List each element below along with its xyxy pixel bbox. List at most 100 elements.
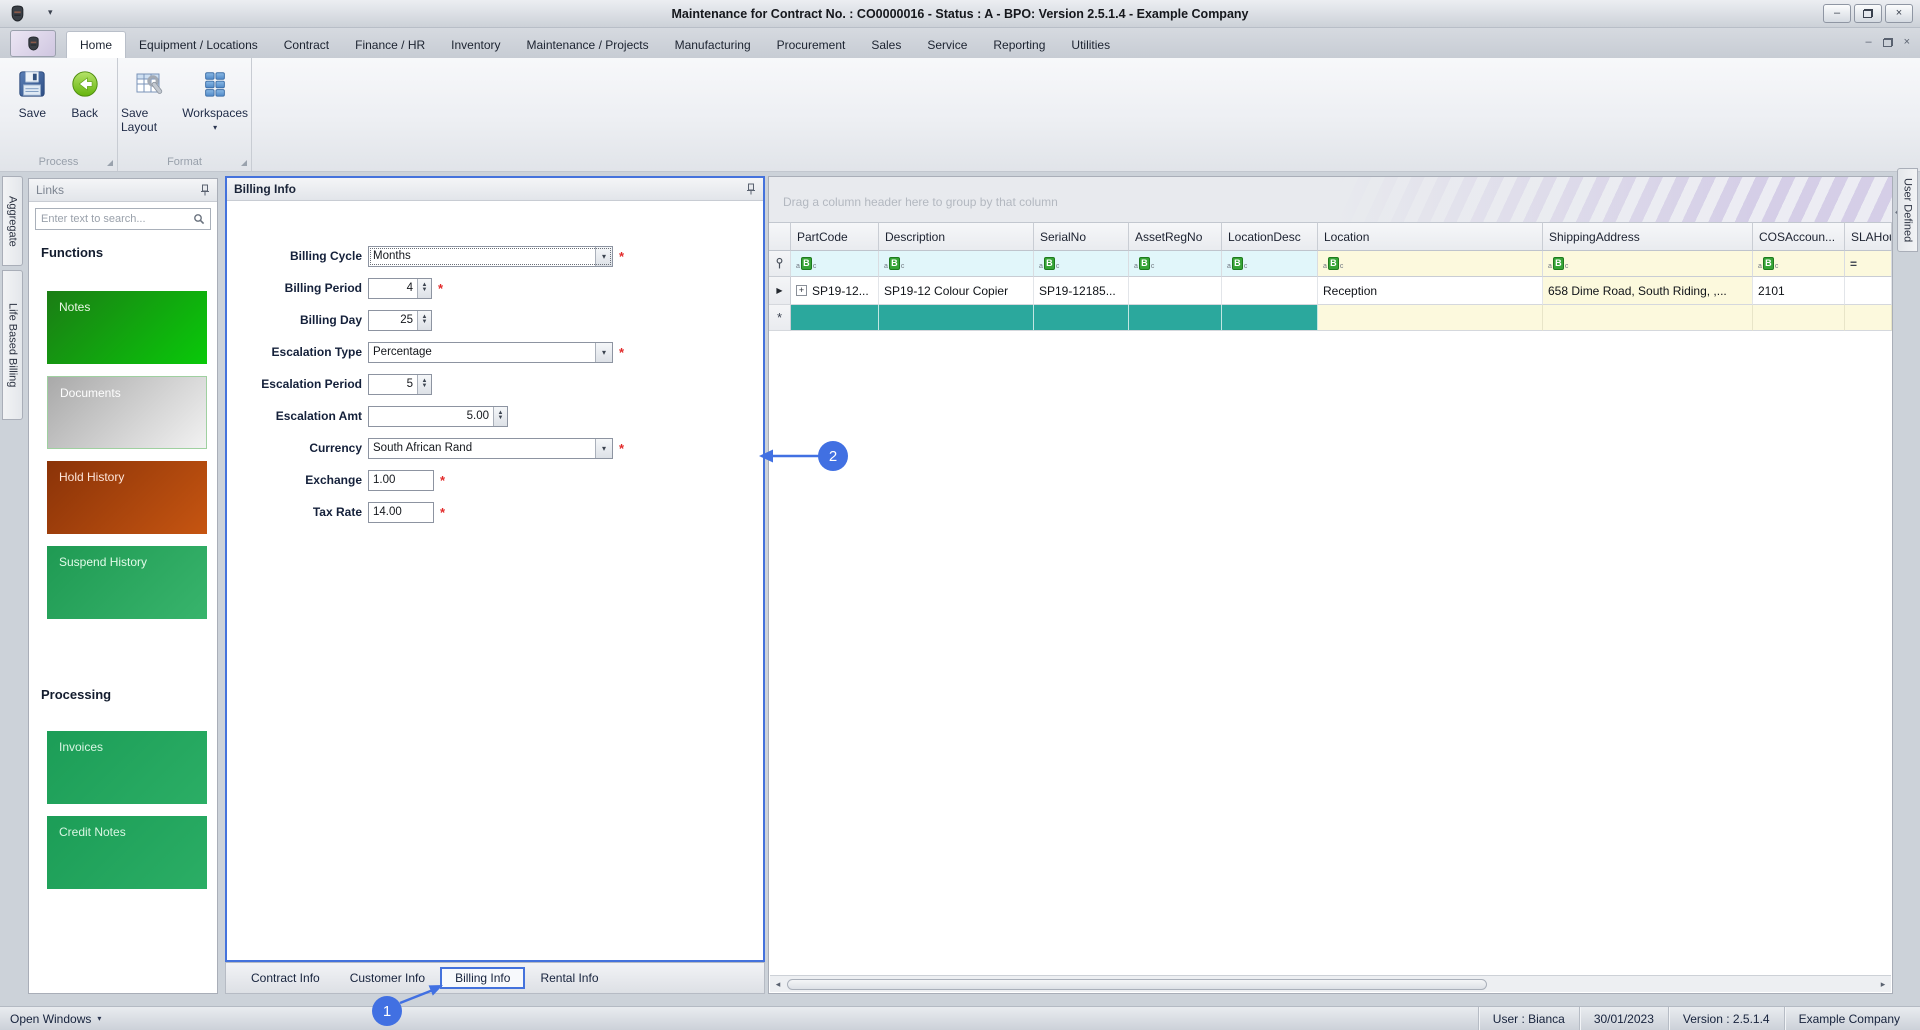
column-header-slahours[interactable]: SLAHou... — [1845, 222, 1892, 251]
save-button[interactable]: Save — [12, 65, 52, 122]
side-tab-aggregate[interactable]: Aggregate — [2, 176, 23, 266]
mdi-close-button[interactable]: × — [1904, 36, 1910, 48]
save-layout-button[interactable]: Save Layout — [118, 65, 179, 136]
dropdown-button[interactable]: ▾ — [595, 342, 612, 362]
cell-cosaccount[interactable]: 2101 — [1753, 277, 1845, 305]
search-input[interactable] — [41, 213, 193, 225]
escalation-amt-spinner[interactable]: 5.00 ▲ ▼ — [368, 405, 508, 427]
scroll-right-icon[interactable]: ▸ — [1875, 979, 1891, 990]
process-dialog-launcher-icon[interactable] — [107, 160, 113, 166]
cell-assetregno[interactable] — [1129, 277, 1222, 305]
billing-cycle-dropdown[interactable]: Months ▾ — [368, 245, 613, 267]
mdi-minimize-button[interactable]: – — [1865, 36, 1871, 48]
filter-cell-locationdesc[interactable]: aBc — [1222, 251, 1318, 277]
side-tab-user-defined[interactable]: User Defined — [1897, 168, 1918, 252]
expand-row-icon[interactable]: + — [796, 285, 807, 296]
open-windows-button[interactable]: Open Windows ▾ — [10, 1012, 101, 1026]
filter-cell-cosaccount[interactable]: aBc — [1753, 251, 1845, 277]
ribbon-tab-manufacturing[interactable]: Manufacturing — [662, 31, 764, 58]
exchange-field[interactable]: 1.00 — [368, 469, 434, 491]
pin-icon[interactable] — [200, 184, 210, 196]
filter-cell-serialno[interactable]: aBc — [1034, 251, 1129, 277]
scroll-left-icon[interactable]: ◂ — [770, 979, 786, 990]
column-header-serialno[interactable]: SerialNo — [1034, 222, 1129, 251]
documents-button[interactable]: Documents — [47, 376, 207, 449]
spinner-buttons[interactable]: ▲ ▼ — [493, 406, 507, 426]
invoices-button[interactable]: Invoices — [47, 731, 207, 804]
column-header-cosaccount[interactable]: COSAccoun... — [1753, 222, 1845, 251]
side-tab-life-based-billing[interactable]: Life Based Billing — [2, 270, 23, 420]
suspend-history-button[interactable]: Suspend History — [47, 546, 207, 619]
group-by-bar[interactable]: Drag a column header here to group by th… — [769, 177, 1892, 222]
ribbon-tab-home[interactable]: Home — [66, 31, 127, 58]
cell-shippingaddress[interactable]: 658 Dime Road, South Riding, ,... — [1543, 277, 1753, 305]
ribbon-tab-equipment-locations[interactable]: Equipment / Locations — [126, 31, 271, 58]
filter-cell-description[interactable]: aBc — [879, 251, 1034, 277]
ribbon-tab-reporting[interactable]: Reporting — [980, 31, 1058, 58]
ribbon-tab-inventory[interactable]: Inventory — [438, 31, 513, 58]
filter-cell-location[interactable]: aBc — [1318, 251, 1543, 277]
tax-rate-field[interactable]: 14.00 — [368, 501, 434, 523]
ribbon-tab-service[interactable]: Service — [914, 31, 980, 58]
filter-cell-slahours[interactable]: = — [1845, 251, 1892, 277]
new-cell-slahours[interactable] — [1845, 305, 1892, 331]
column-header-locationdesc[interactable]: LocationDesc — [1222, 222, 1318, 251]
escalation-type-dropdown[interactable]: Percentage ▾ — [368, 341, 613, 363]
spinner-buttons[interactable]: ▲ ▼ — [417, 374, 431, 394]
close-button[interactable]: × — [1885, 4, 1913, 23]
new-row[interactable]: * — [769, 305, 1892, 331]
workspaces-button[interactable]: Workspaces ▾ — [179, 65, 251, 136]
ribbon-tab-sales[interactable]: Sales — [858, 31, 914, 58]
cell-locationdesc[interactable] — [1222, 277, 1318, 305]
new-cell-assetregno[interactable] — [1129, 305, 1222, 331]
tab-contract-info[interactable]: Contract Info — [236, 967, 335, 989]
pin-icon[interactable] — [746, 183, 756, 195]
escalation-period-spinner[interactable]: 5 ▲ ▼ — [368, 373, 432, 395]
horizontal-scrollbar[interactable]: ◂ ▸ — [770, 975, 1891, 992]
application-menu-button[interactable] — [10, 30, 56, 57]
ribbon-tab-contract[interactable]: Contract — [271, 31, 342, 58]
currency-dropdown[interactable]: South African Rand ▾ — [368, 437, 613, 459]
ribbon-tab-utilities[interactable]: Utilities — [1058, 31, 1123, 58]
table-row[interactable]: ▶ + SP19-12... SP19-12 Colour Copier SP19… — [769, 277, 1892, 305]
spinner-buttons[interactable]: ▲ ▼ — [417, 278, 431, 298]
notes-button[interactable]: Notes — [47, 291, 207, 364]
new-cell-cosaccount[interactable] — [1753, 305, 1845, 331]
scrollbar-thumb[interactable] — [787, 978, 1487, 990]
dropdown-button[interactable]: ▾ — [595, 246, 612, 266]
new-cell-serialno[interactable] — [1034, 305, 1129, 331]
mdi-restore-button[interactable] — [1882, 37, 1893, 47]
filter-cell-assetregno[interactable]: aBc — [1129, 251, 1222, 277]
back-button[interactable]: Back — [65, 65, 105, 122]
ribbon-tab-maintenance-projects[interactable]: Maintenance / Projects — [514, 31, 662, 58]
ribbon-tab-procurement[interactable]: Procurement — [764, 31, 859, 58]
format-dialog-launcher-icon[interactable] — [241, 160, 247, 166]
new-cell-location[interactable] — [1318, 305, 1543, 331]
cell-description[interactable]: SP19-12 Colour Copier — [879, 277, 1034, 305]
cell-location[interactable]: Reception — [1318, 277, 1543, 305]
tab-billing-info[interactable]: Billing Info — [440, 967, 526, 989]
column-header-location[interactable]: Location — [1318, 222, 1543, 251]
tab-customer-info[interactable]: Customer Info — [335, 967, 440, 989]
column-header-shippingaddress[interactable]: ShippingAddress — [1543, 222, 1753, 251]
dropdown-button[interactable]: ▾ — [595, 438, 612, 458]
credit-notes-button[interactable]: Credit Notes — [47, 816, 207, 889]
billing-day-spinner[interactable]: 25 ▲ ▼ — [368, 309, 432, 331]
cell-partcode[interactable]: + SP19-12... — [791, 277, 879, 305]
billing-period-spinner[interactable]: 4 ▲ ▼ — [368, 277, 432, 299]
new-cell-locationdesc[interactable] — [1222, 305, 1318, 331]
minimize-button[interactable]: – — [1823, 4, 1851, 23]
spinner-buttons[interactable]: ▲ ▼ — [417, 310, 431, 330]
ribbon-tab-finance-hr[interactable]: Finance / HR — [342, 31, 438, 58]
column-header-description[interactable]: Description — [879, 222, 1034, 251]
new-cell-partcode[interactable] — [791, 305, 879, 331]
column-header-assetregno[interactable]: AssetRegNo — [1129, 222, 1222, 251]
cell-slahours[interactable] — [1845, 277, 1892, 305]
restore-button[interactable] — [1854, 4, 1882, 23]
column-header-partcode[interactable]: PartCode — [791, 222, 879, 251]
hold-history-button[interactable]: Hold History — [47, 461, 207, 534]
filter-cell-shippingaddress[interactable]: aBc — [1543, 251, 1753, 277]
new-cell-description[interactable] — [879, 305, 1034, 331]
new-cell-shippingaddress[interactable] — [1543, 305, 1753, 331]
filter-cell-partcode[interactable]: aBc — [791, 251, 879, 277]
